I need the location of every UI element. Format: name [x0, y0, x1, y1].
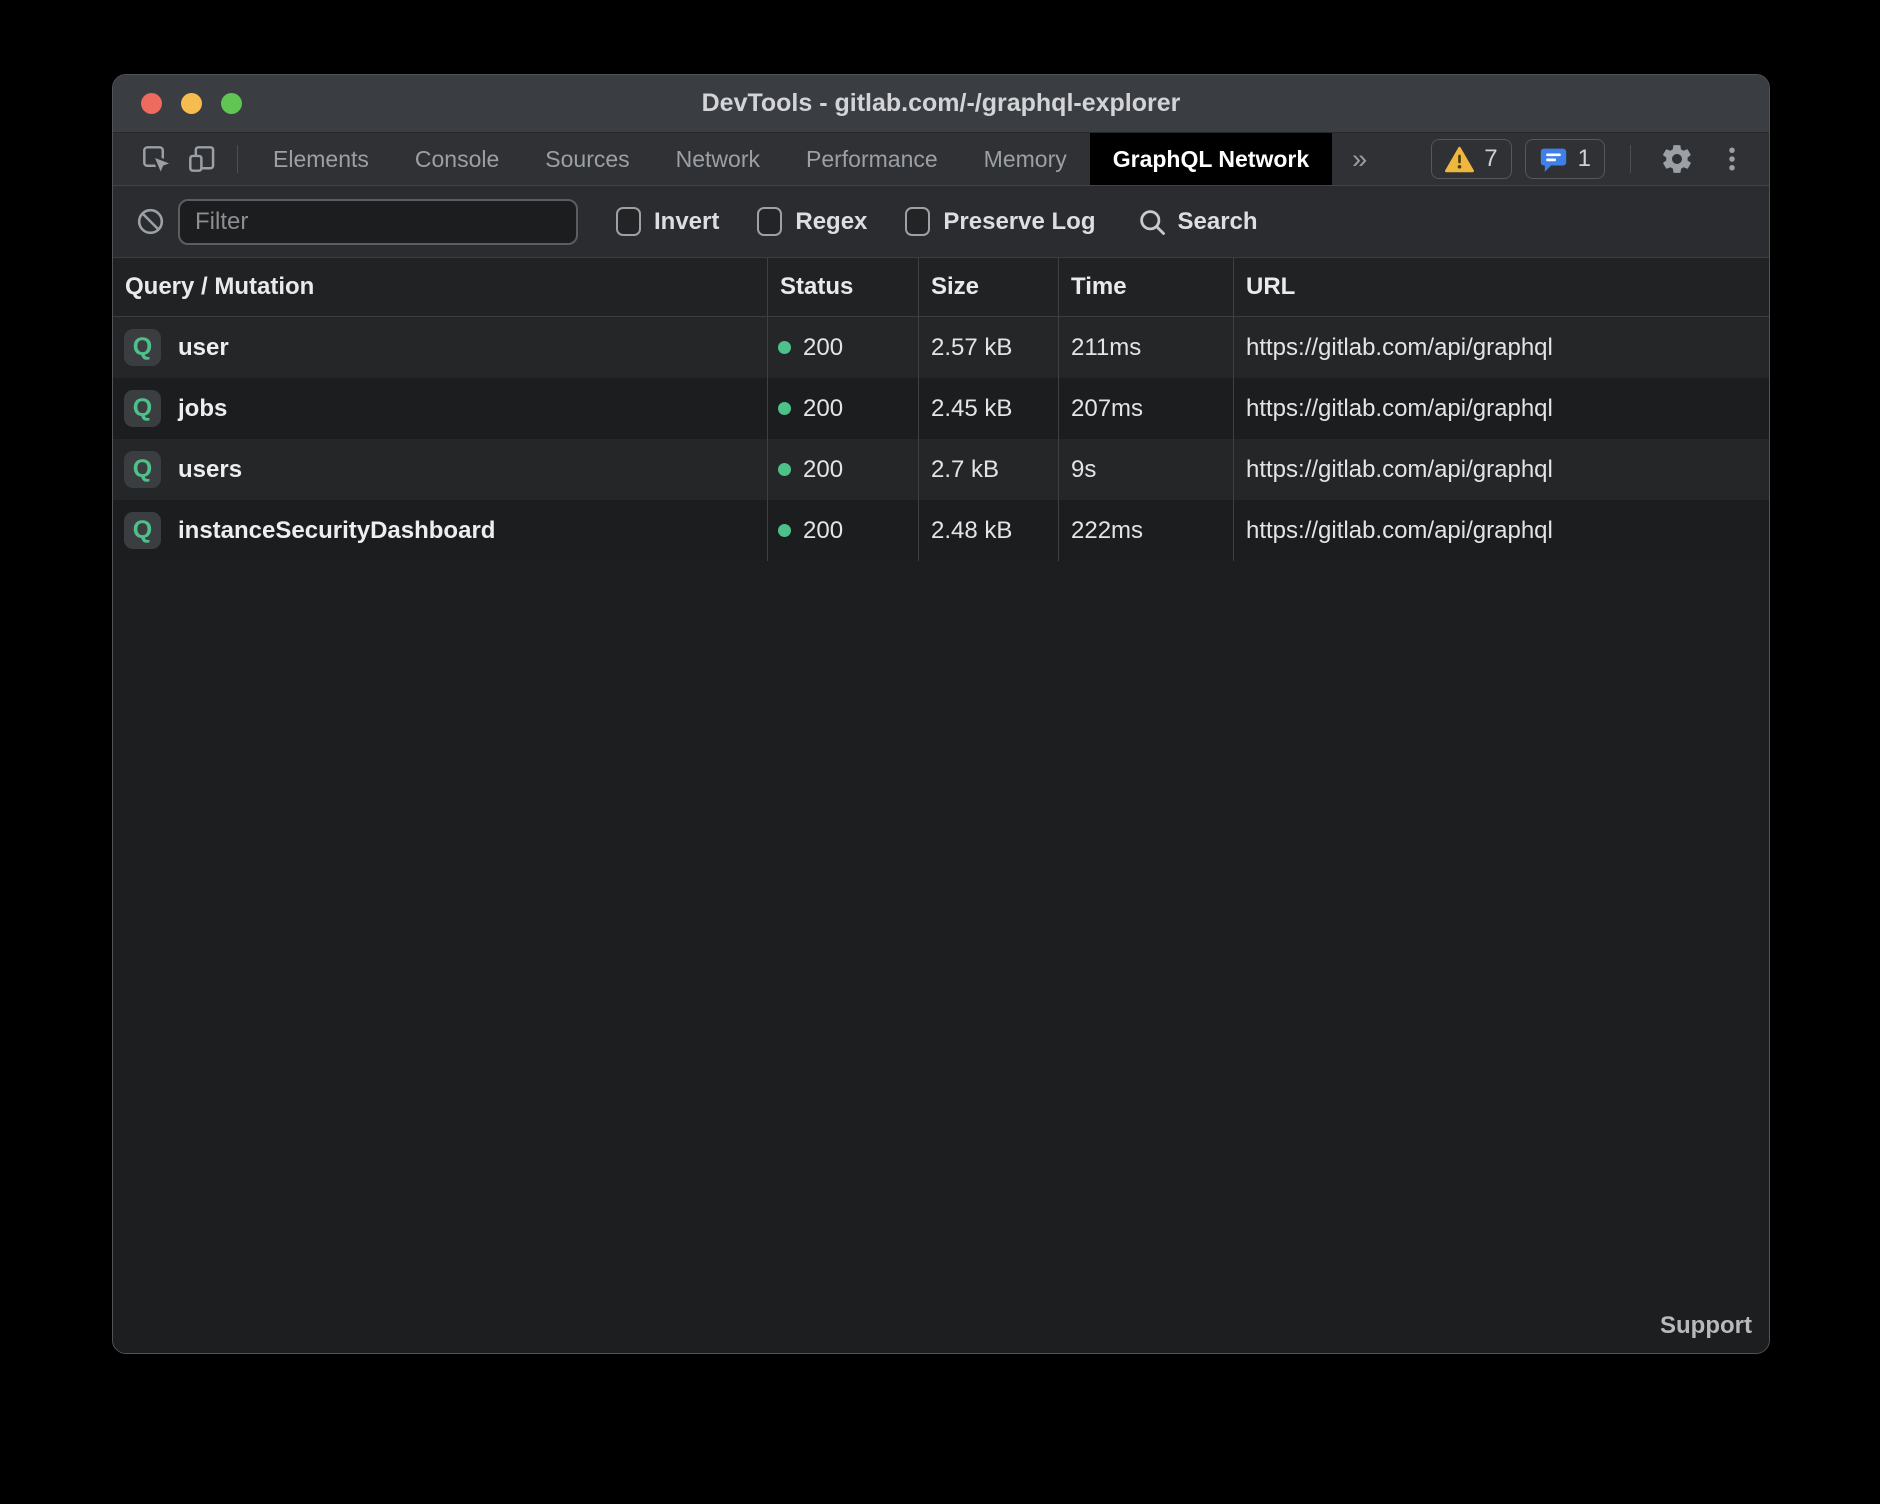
size-value: 2.57 kB	[918, 317, 1058, 378]
table-row[interactable]: QinstanceSecurityDashboard 200 2.48 kB222m…	[113, 500, 1769, 561]
more-tabs-button[interactable]: »	[1332, 133, 1387, 185]
filter-toolbar: Invert Regex Preserve Log Search	[113, 186, 1769, 257]
issues-badge[interactable]: 1	[1525, 139, 1605, 179]
column-header-query-mutation[interactable]: Query / Mutation	[113, 258, 767, 316]
url-value: https://gitlab.com/api/graphql	[1233, 317, 1769, 378]
size-value: 2.7 kB	[918, 439, 1058, 500]
checkbox-label: Invert	[654, 208, 719, 236]
inspect-element-button[interactable]	[133, 133, 179, 185]
status-ok-dot	[778, 463, 791, 476]
query-name: jobs	[178, 395, 227, 423]
kebab-menu-icon	[1717, 144, 1747, 174]
device-toolbar-icon	[186, 143, 218, 175]
warning-triangle-icon	[1445, 146, 1474, 173]
size-value: 2.45 kB	[918, 378, 1058, 439]
tab-network[interactable]: Network	[653, 133, 783, 185]
query-type-badge: Q	[124, 390, 161, 427]
tab-sources[interactable]: Sources	[522, 133, 652, 185]
column-header-time[interactable]: Time	[1058, 258, 1233, 316]
window-title: DevTools - gitlab.com/-/graphql-explorer	[702, 89, 1181, 118]
preserve-log-checkbox[interactable]: Preserve Log	[905, 207, 1095, 236]
minimize-window-button[interactable]	[181, 93, 202, 114]
query-type-badge: Q	[124, 451, 161, 488]
query-name: users	[178, 456, 242, 484]
table-row[interactable]: Qjobs 200 2.45 kB207mshttps://gitlab.com/a…	[113, 378, 1769, 439]
column-header-status[interactable]: Status	[767, 258, 918, 316]
device-toolbar-button[interactable]	[179, 133, 225, 185]
filter-input[interactable]	[178, 199, 578, 245]
settings-button[interactable]	[1656, 138, 1698, 180]
table-row[interactable]: Quser 200 2.57 kB211mshttps://gitlab.com/a…	[113, 317, 1769, 378]
tabbar-right-controls: 7 1	[1431, 133, 1769, 185]
url-value: https://gitlab.com/api/graphql	[1233, 378, 1769, 439]
panel-tabs: ElementsConsoleSourcesNetworkPerformance…	[250, 133, 1332, 185]
query-name: user	[178, 334, 229, 362]
status-code: 200	[803, 395, 843, 423]
warning-count: 7	[1484, 145, 1497, 173]
clear-requests-button[interactable]	[128, 200, 172, 244]
issue-count: 1	[1578, 145, 1591, 173]
close-window-button[interactable]	[141, 93, 162, 114]
status-code: 200	[803, 456, 843, 484]
tab-performance[interactable]: Performance	[783, 133, 961, 185]
query-type-badge: Q	[124, 512, 161, 549]
block-circle-icon	[135, 206, 166, 237]
maximize-window-button[interactable]	[221, 93, 242, 114]
size-value: 2.48 kB	[918, 500, 1058, 561]
filter-checkbox-group: Invert Regex Preserve Log	[616, 207, 1095, 236]
status-code: 200	[803, 517, 843, 545]
message-bubble-icon	[1539, 145, 1568, 174]
status-code: 200	[803, 334, 843, 362]
tab-console[interactable]: Console	[392, 133, 522, 185]
query-type-badge: Q	[124, 329, 161, 366]
inspect-cursor-icon	[140, 143, 172, 175]
tab-graphql-network[interactable]: GraphQL Network	[1090, 133, 1332, 185]
checkbox-box-icon	[905, 207, 930, 236]
checkbox-label: Preserve Log	[943, 208, 1095, 236]
table-header: Query / MutationStatusSizeTimeURL	[113, 257, 1769, 317]
checkbox-box-icon	[757, 207, 782, 236]
table-body: Quser2002.57 kB211mshttps://gitlab.com/a…	[113, 317, 1769, 561]
regex-checkbox[interactable]: Regex	[757, 207, 867, 236]
toolbar-separator	[237, 145, 238, 173]
column-header-size[interactable]: Size	[918, 258, 1058, 316]
warnings-badge[interactable]: 7	[1431, 139, 1511, 179]
toolbar-separator	[1630, 145, 1631, 173]
url-value: https://gitlab.com/api/graphql	[1233, 500, 1769, 561]
column-header-url[interactable]: URL	[1233, 258, 1769, 316]
time-value: 222ms	[1058, 500, 1233, 561]
table-row[interactable]: Qusers 200 2.7 kB9shttps://gitlab.com/api/…	[113, 439, 1769, 500]
tab-elements[interactable]: Elements	[250, 133, 392, 185]
gear-icon	[1660, 142, 1694, 176]
search-icon	[1137, 207, 1167, 237]
time-value: 207ms	[1058, 378, 1233, 439]
window-titlebar: DevTools - gitlab.com/-/graphql-explorer	[113, 75, 1769, 133]
time-value: 211ms	[1058, 317, 1233, 378]
devtools-window: DevTools - gitlab.com/-/graphql-explorer…	[112, 74, 1770, 1354]
support-link[interactable]: Support	[1660, 1312, 1752, 1340]
url-value: https://gitlab.com/api/graphql	[1233, 439, 1769, 500]
status-ok-dot	[778, 402, 791, 415]
time-value: 9s	[1058, 439, 1233, 500]
tab-memory[interactable]: Memory	[961, 133, 1090, 185]
checkbox-box-icon	[616, 207, 641, 236]
invert-checkbox[interactable]: Invert	[616, 207, 719, 236]
query-name: instanceSecurityDashboard	[178, 517, 495, 545]
search-label: Search	[1177, 208, 1257, 236]
requests-panel: Query / MutationStatusSizeTimeURL Quser 2…	[113, 257, 1769, 1353]
status-ok-dot	[778, 524, 791, 537]
status-ok-dot	[778, 341, 791, 354]
search-button[interactable]: Search	[1137, 207, 1257, 237]
checkbox-label: Regex	[795, 208, 867, 236]
devtools-tabbar: ElementsConsoleSourcesNetworkPerformance…	[113, 133, 1769, 186]
traffic-lights	[141, 75, 242, 132]
more-options-button[interactable]	[1711, 138, 1753, 180]
chevron-double-right-icon: »	[1352, 144, 1367, 175]
